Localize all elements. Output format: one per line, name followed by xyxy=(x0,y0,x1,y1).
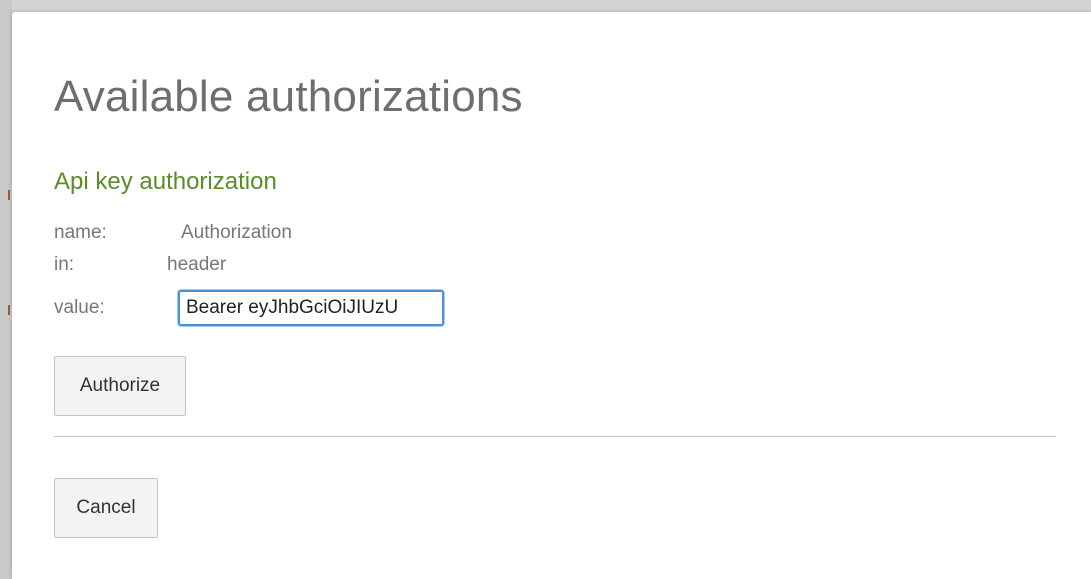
authorize-button[interactable]: Authorize xyxy=(54,356,186,416)
api-key-value-input[interactable] xyxy=(178,290,444,326)
in-label: in: xyxy=(54,254,75,275)
backdrop-mark xyxy=(8,305,10,315)
backdrop xyxy=(0,0,12,579)
name-label: name: xyxy=(54,222,107,243)
cancel-button[interactable]: Cancel xyxy=(54,478,158,538)
dialog-title: Available authorizations xyxy=(54,72,523,121)
api-key-section-title: Api key authorization xyxy=(54,168,277,195)
authorization-dialog: Available authorizations Api key authori… xyxy=(12,12,1091,579)
backdrop-mark xyxy=(8,190,10,200)
divider xyxy=(54,436,1056,437)
value-label: value: xyxy=(54,297,105,318)
name-value: Authorization xyxy=(181,222,292,243)
in-value: header xyxy=(167,254,227,275)
